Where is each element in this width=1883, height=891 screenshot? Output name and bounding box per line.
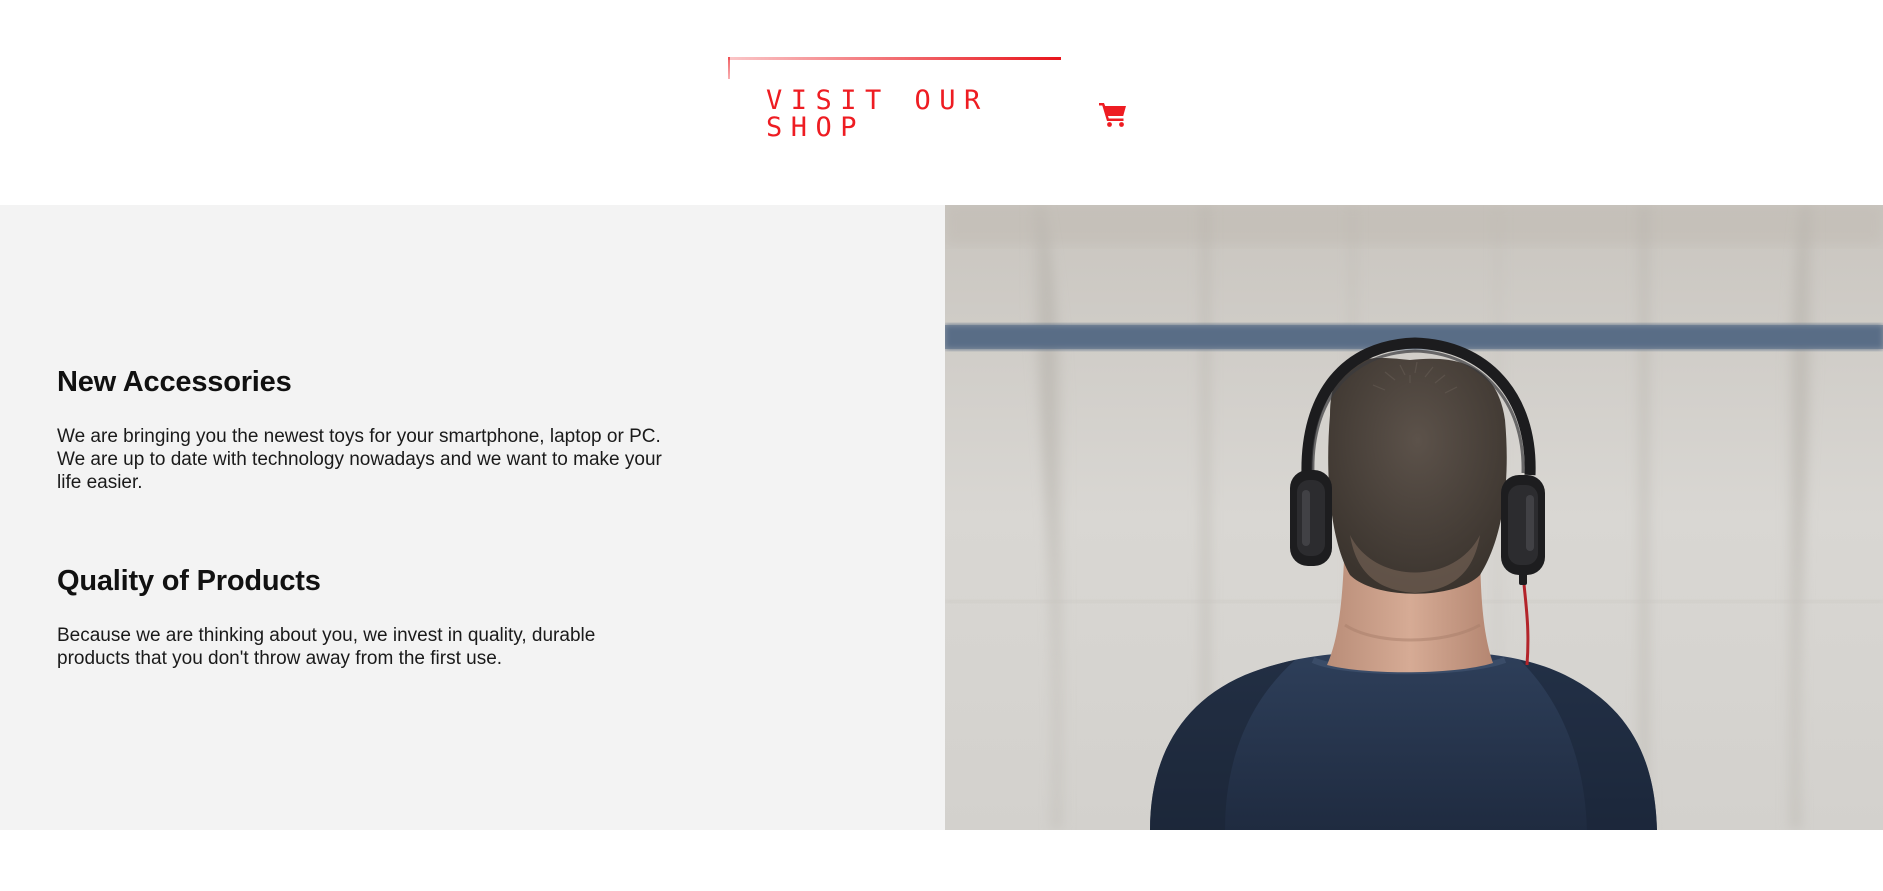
page: VISIT OUR SHOP New Accessories We are br… <box>0 0 1883 891</box>
cta-decor-line-left <box>728 57 730 79</box>
feature-title: Quality of Products <box>57 565 321 597</box>
visit-shop-label: VISIT OUR SHOP <box>766 85 989 143</box>
page-bottom-spacer <box>0 830 1883 891</box>
feature-description: Because we are thinking about you, we in… <box>57 624 596 669</box>
shop-cta-section: VISIT OUR SHOP <box>728 57 1128 141</box>
feature-new-accessories: New Accessories We are bringing you the … <box>57 365 662 494</box>
visit-shop-link[interactable]: VISIT OUR SHOP <box>766 87 1128 141</box>
feature-title: New Accessories <box>57 366 292 398</box>
features-text-panel: New Accessories We are bringing you the … <box>0 205 945 830</box>
features-section: New Accessories We are bringing you the … <box>0 205 1883 830</box>
feature-quality-of-products: Quality of Products Because we are think… <box>57 564 662 670</box>
shopping-cart-icon <box>1098 100 1128 128</box>
feature-description: We are bringing you the newest toys for … <box>57 425 662 493</box>
person-with-headphones-photo <box>945 205 1883 830</box>
cta-decor-line-top <box>728 57 1061 60</box>
